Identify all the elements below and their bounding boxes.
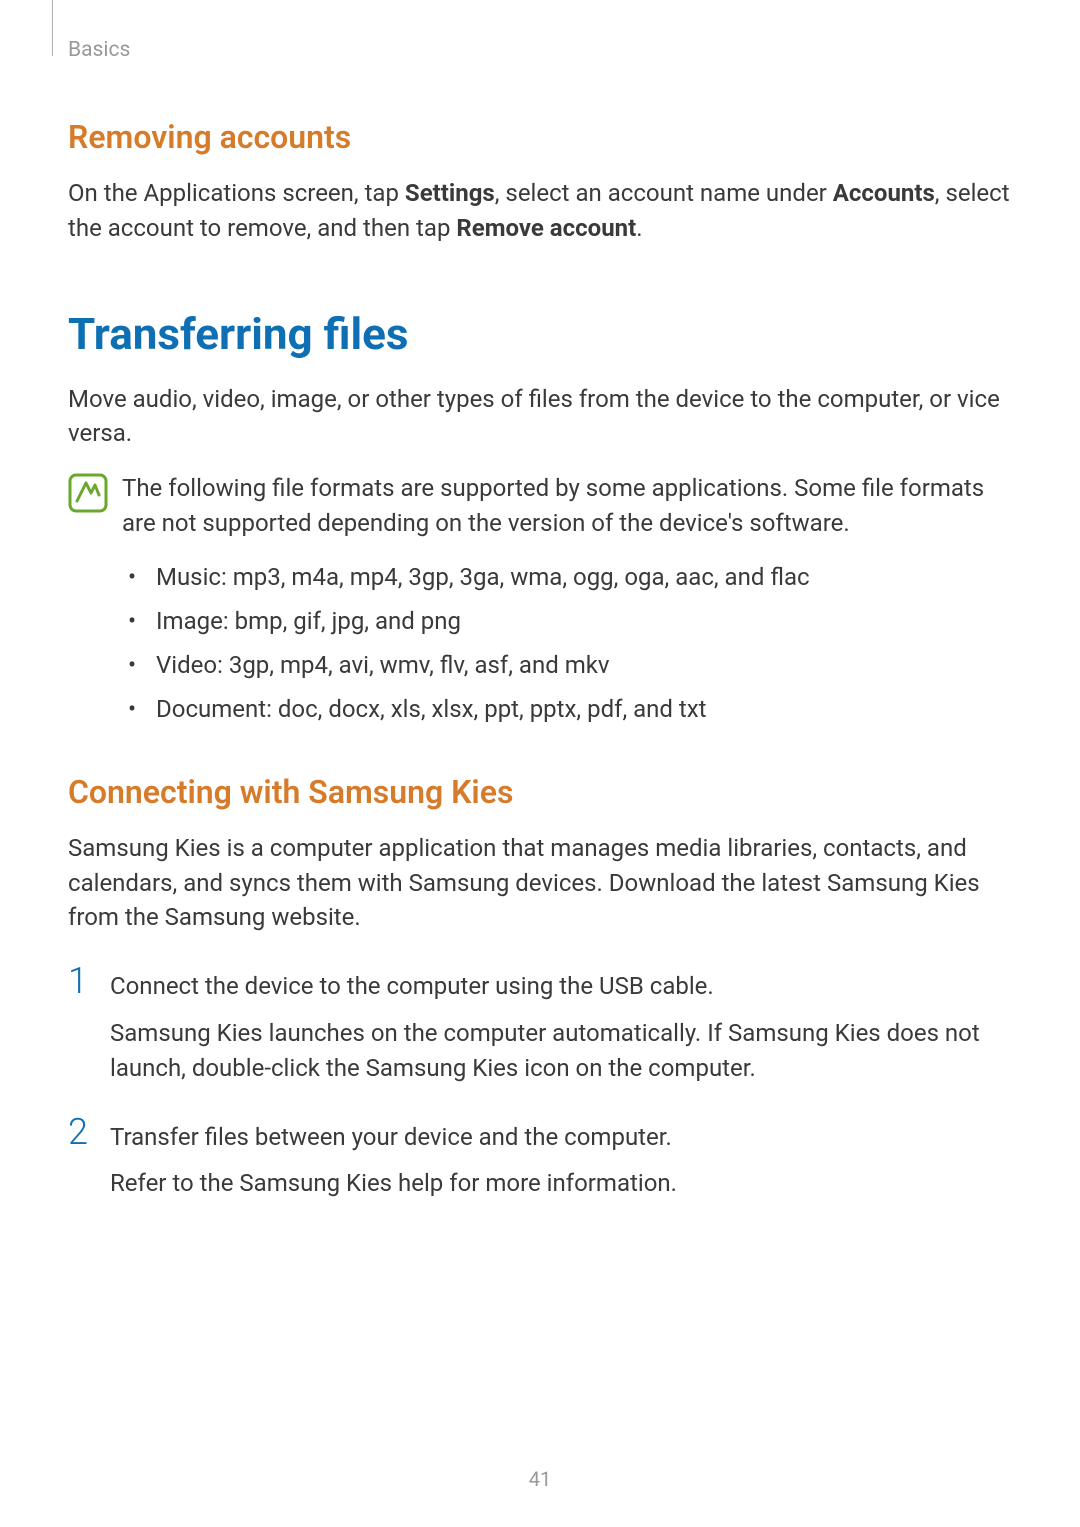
text-fragment: On the Applications screen, tap	[68, 179, 405, 207]
step-sub-text: Refer to the Samsung Kies help for more …	[110, 1166, 1012, 1201]
list-item: Video: 3gp, mp4, avi, wmv, flv, asf, and…	[128, 647, 1012, 683]
text-fragment: , select an account name under	[495, 179, 833, 207]
step-number: 2	[68, 1114, 104, 1150]
step-body: Transfer files between your device and t…	[110, 1114, 1012, 1202]
heading-transferring-files: Transferring files	[68, 308, 1012, 360]
note-icon	[68, 473, 108, 513]
step-1: 1 Connect the device to the computer usi…	[68, 963, 1012, 1085]
text-fragment: .	[636, 214, 642, 242]
file-formats-list: Music: mp3, m4a, mp4, 3gp, 3ga, wma, ogg…	[128, 559, 1012, 727]
breadcrumb: Basics	[68, 38, 130, 62]
kies-intro: Samsung Kies is a computer application t…	[68, 831, 1012, 935]
note-text: The following file formats are supported…	[122, 471, 1012, 541]
removing-accounts-paragraph: On the Applications screen, tap Settings…	[68, 176, 1012, 246]
transferring-intro: Move audio, video, image, or other types…	[68, 382, 1012, 452]
heading-removing-accounts: Removing accounts	[68, 118, 1012, 156]
list-item: Music: mp3, m4a, mp4, 3gp, 3ga, wma, ogg…	[128, 559, 1012, 595]
step-body: Connect the device to the computer using…	[110, 963, 1012, 1085]
step-main-text: Transfer files between your device and t…	[110, 1120, 1012, 1155]
note-block: The following file formats are supported…	[68, 471, 1012, 541]
step-2: 2 Transfer files between your device and…	[68, 1114, 1012, 1202]
step-main-text: Connect the device to the computer using…	[110, 969, 1012, 1004]
list-item: Image: bmp, gif, jpg, and png	[128, 603, 1012, 639]
page-number: 41	[0, 1467, 1080, 1491]
bold-settings: Settings	[405, 179, 495, 207]
bold-accounts: Accounts	[833, 179, 935, 207]
step-number: 1	[68, 963, 104, 999]
page-content: Removing accounts On the Applications sc…	[0, 0, 1080, 1201]
bold-remove-account: Remove account	[456, 214, 636, 242]
step-sub-text: Samsung Kies launches on the computer au…	[110, 1016, 1012, 1086]
heading-samsung-kies: Connecting with Samsung Kies	[68, 773, 1012, 811]
list-item: Document: doc, docx, xls, xlsx, ppt, ppt…	[128, 691, 1012, 727]
header-divider	[52, 0, 53, 56]
